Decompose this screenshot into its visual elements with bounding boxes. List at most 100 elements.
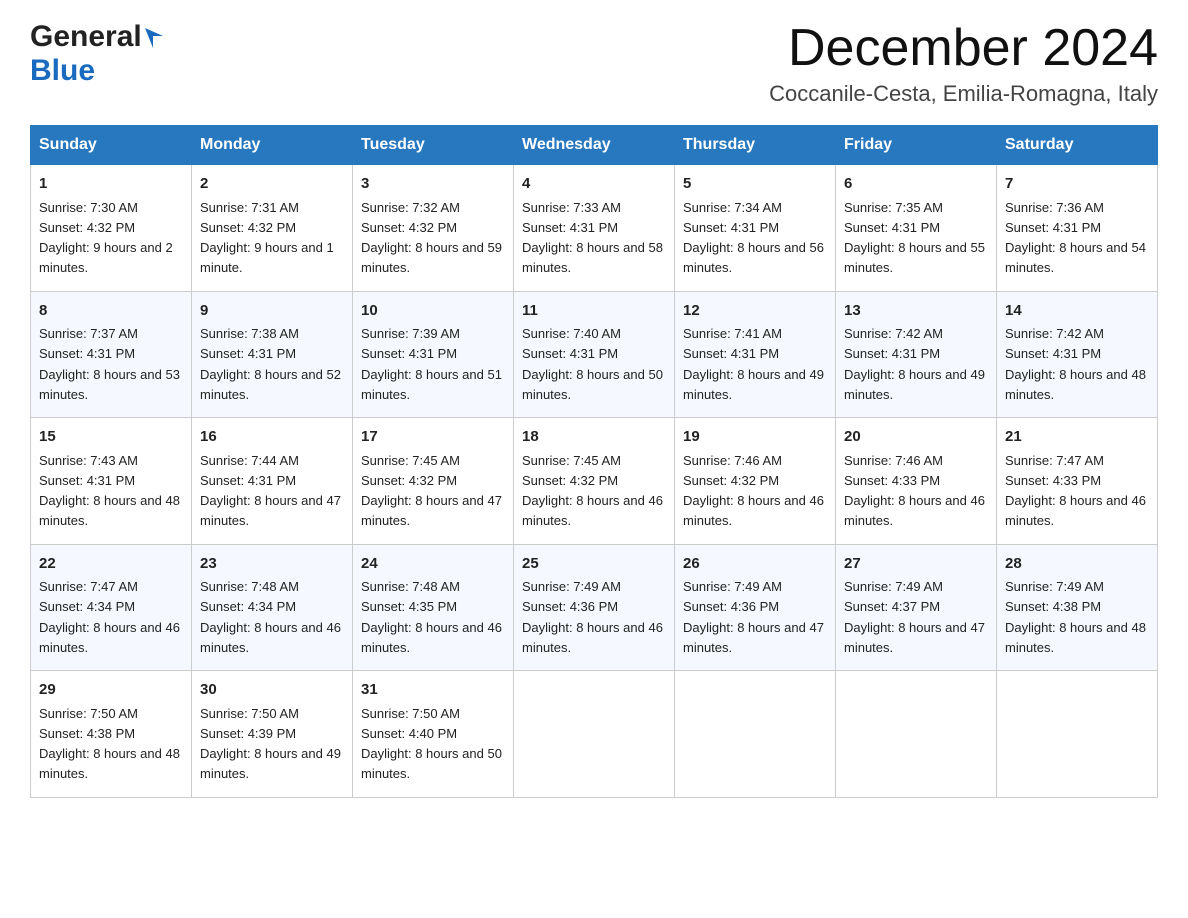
day-number: 23 <box>200 553 344 576</box>
day-info: Sunrise: 7:48 AMSunset: 4:34 PMDaylight:… <box>200 579 341 655</box>
table-row: 10 Sunrise: 7:39 AMSunset: 4:31 PMDaylig… <box>353 291 514 418</box>
day-number: 1 <box>39 173 183 196</box>
day-number: 31 <box>361 679 505 702</box>
day-number: 7 <box>1005 173 1149 196</box>
calendar-week-row: 8 Sunrise: 7:37 AMSunset: 4:31 PMDayligh… <box>31 291 1158 418</box>
table-row: 24 Sunrise: 7:48 AMSunset: 4:35 PMDaylig… <box>353 544 514 671</box>
table-row: 12 Sunrise: 7:41 AMSunset: 4:31 PMDaylig… <box>675 291 836 418</box>
day-info: Sunrise: 7:45 AMSunset: 4:32 PMDaylight:… <box>522 453 663 529</box>
table-row <box>514 671 675 798</box>
calendar-header-row: Sunday Monday Tuesday Wednesday Thursday… <box>31 126 1158 165</box>
table-row: 25 Sunrise: 7:49 AMSunset: 4:36 PMDaylig… <box>514 544 675 671</box>
month-title: December 2024 <box>769 20 1158 77</box>
table-row <box>836 671 997 798</box>
day-number: 20 <box>844 426 988 449</box>
day-number: 4 <box>522 173 666 196</box>
calendar-week-row: 1 Sunrise: 7:30 AMSunset: 4:32 PMDayligh… <box>31 165 1158 292</box>
table-row: 11 Sunrise: 7:40 AMSunset: 4:31 PMDaylig… <box>514 291 675 418</box>
table-row: 13 Sunrise: 7:42 AMSunset: 4:31 PMDaylig… <box>836 291 997 418</box>
day-number: 27 <box>844 553 988 576</box>
table-row: 4 Sunrise: 7:33 AMSunset: 4:31 PMDayligh… <box>514 165 675 292</box>
day-number: 3 <box>361 173 505 196</box>
day-info: Sunrise: 7:50 AMSunset: 4:38 PMDaylight:… <box>39 706 180 782</box>
day-number: 19 <box>683 426 827 449</box>
table-row: 19 Sunrise: 7:46 AMSunset: 4:32 PMDaylig… <box>675 418 836 545</box>
calendar-week-row: 29 Sunrise: 7:50 AMSunset: 4:38 PMDaylig… <box>31 671 1158 798</box>
day-info: Sunrise: 7:50 AMSunset: 4:39 PMDaylight:… <box>200 706 341 782</box>
day-number: 21 <box>1005 426 1149 449</box>
day-info: Sunrise: 7:42 AMSunset: 4:31 PMDaylight:… <box>844 326 985 402</box>
day-info: Sunrise: 7:49 AMSunset: 4:36 PMDaylight:… <box>683 579 824 655</box>
day-number: 11 <box>522 300 666 323</box>
table-row: 15 Sunrise: 7:43 AMSunset: 4:31 PMDaylig… <box>31 418 192 545</box>
table-row: 14 Sunrise: 7:42 AMSunset: 4:31 PMDaylig… <box>997 291 1158 418</box>
table-row: 21 Sunrise: 7:47 AMSunset: 4:33 PMDaylig… <box>997 418 1158 545</box>
day-number: 2 <box>200 173 344 196</box>
table-row: 7 Sunrise: 7:36 AMSunset: 4:31 PMDayligh… <box>997 165 1158 292</box>
table-row: 6 Sunrise: 7:35 AMSunset: 4:31 PMDayligh… <box>836 165 997 292</box>
table-row: 23 Sunrise: 7:48 AMSunset: 4:34 PMDaylig… <box>192 544 353 671</box>
day-info: Sunrise: 7:36 AMSunset: 4:31 PMDaylight:… <box>1005 200 1146 276</box>
table-row: 31 Sunrise: 7:50 AMSunset: 4:40 PMDaylig… <box>353 671 514 798</box>
day-info: Sunrise: 7:30 AMSunset: 4:32 PMDaylight:… <box>39 200 173 276</box>
logo-arrow-icon <box>145 28 163 48</box>
day-info: Sunrise: 7:49 AMSunset: 4:36 PMDaylight:… <box>522 579 663 655</box>
table-row: 18 Sunrise: 7:45 AMSunset: 4:32 PMDaylig… <box>514 418 675 545</box>
day-info: Sunrise: 7:43 AMSunset: 4:31 PMDaylight:… <box>39 453 180 529</box>
day-info: Sunrise: 7:46 AMSunset: 4:33 PMDaylight:… <box>844 453 985 529</box>
table-row: 29 Sunrise: 7:50 AMSunset: 4:38 PMDaylig… <box>31 671 192 798</box>
col-saturday: Saturday <box>997 126 1158 165</box>
title-section: December 2024 Coccanile-Cesta, Emilia-Ro… <box>769 20 1158 107</box>
day-info: Sunrise: 7:49 AMSunset: 4:38 PMDaylight:… <box>1005 579 1146 655</box>
logo-blue-text: Blue <box>30 54 95 88</box>
day-info: Sunrise: 7:46 AMSunset: 4:32 PMDaylight:… <box>683 453 824 529</box>
day-number: 29 <box>39 679 183 702</box>
day-number: 17 <box>361 426 505 449</box>
table-row <box>675 671 836 798</box>
day-info: Sunrise: 7:47 AMSunset: 4:34 PMDaylight:… <box>39 579 180 655</box>
col-wednesday: Wednesday <box>514 126 675 165</box>
day-number: 9 <box>200 300 344 323</box>
day-info: Sunrise: 7:40 AMSunset: 4:31 PMDaylight:… <box>522 326 663 402</box>
table-row: 17 Sunrise: 7:45 AMSunset: 4:32 PMDaylig… <box>353 418 514 545</box>
calendar-week-row: 22 Sunrise: 7:47 AMSunset: 4:34 PMDaylig… <box>31 544 1158 671</box>
day-info: Sunrise: 7:49 AMSunset: 4:37 PMDaylight:… <box>844 579 985 655</box>
col-monday: Monday <box>192 126 353 165</box>
day-info: Sunrise: 7:50 AMSunset: 4:40 PMDaylight:… <box>361 706 502 782</box>
day-info: Sunrise: 7:32 AMSunset: 4:32 PMDaylight:… <box>361 200 502 276</box>
day-number: 18 <box>522 426 666 449</box>
col-sunday: Sunday <box>31 126 192 165</box>
day-info: Sunrise: 7:44 AMSunset: 4:31 PMDaylight:… <box>200 453 341 529</box>
day-info: Sunrise: 7:39 AMSunset: 4:31 PMDaylight:… <box>361 326 502 402</box>
table-row: 28 Sunrise: 7:49 AMSunset: 4:38 PMDaylig… <box>997 544 1158 671</box>
table-row: 9 Sunrise: 7:38 AMSunset: 4:31 PMDayligh… <box>192 291 353 418</box>
day-number: 22 <box>39 553 183 576</box>
table-row: 27 Sunrise: 7:49 AMSunset: 4:37 PMDaylig… <box>836 544 997 671</box>
logo-general-text: General <box>30 20 142 54</box>
table-row: 26 Sunrise: 7:49 AMSunset: 4:36 PMDaylig… <box>675 544 836 671</box>
day-number: 15 <box>39 426 183 449</box>
day-number: 30 <box>200 679 344 702</box>
table-row: 20 Sunrise: 7:46 AMSunset: 4:33 PMDaylig… <box>836 418 997 545</box>
day-number: 5 <box>683 173 827 196</box>
col-tuesday: Tuesday <box>353 126 514 165</box>
day-number: 13 <box>844 300 988 323</box>
day-number: 12 <box>683 300 827 323</box>
location-subtitle: Coccanile-Cesta, Emilia-Romagna, Italy <box>769 81 1158 107</box>
day-info: Sunrise: 7:37 AMSunset: 4:31 PMDaylight:… <box>39 326 180 402</box>
day-number: 10 <box>361 300 505 323</box>
calendar-week-row: 15 Sunrise: 7:43 AMSunset: 4:31 PMDaylig… <box>31 418 1158 545</box>
table-row: 30 Sunrise: 7:50 AMSunset: 4:39 PMDaylig… <box>192 671 353 798</box>
day-info: Sunrise: 7:48 AMSunset: 4:35 PMDaylight:… <box>361 579 502 655</box>
day-number: 26 <box>683 553 827 576</box>
day-info: Sunrise: 7:45 AMSunset: 4:32 PMDaylight:… <box>361 453 502 529</box>
logo: General Blue <box>30 20 163 88</box>
col-friday: Friday <box>836 126 997 165</box>
day-number: 8 <box>39 300 183 323</box>
day-info: Sunrise: 7:41 AMSunset: 4:31 PMDaylight:… <box>683 326 824 402</box>
day-info: Sunrise: 7:33 AMSunset: 4:31 PMDaylight:… <box>522 200 663 276</box>
calendar-table: Sunday Monday Tuesday Wednesday Thursday… <box>30 125 1158 798</box>
table-row: 22 Sunrise: 7:47 AMSunset: 4:34 PMDaylig… <box>31 544 192 671</box>
table-row: 2 Sunrise: 7:31 AMSunset: 4:32 PMDayligh… <box>192 165 353 292</box>
day-info: Sunrise: 7:47 AMSunset: 4:33 PMDaylight:… <box>1005 453 1146 529</box>
